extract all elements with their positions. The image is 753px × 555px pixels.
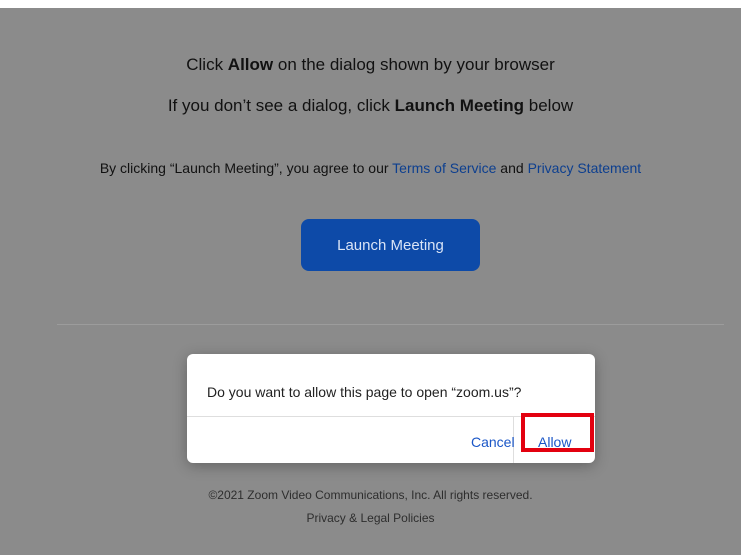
copyright-text: ©2021 Zoom Video Communications, Inc. Al… xyxy=(208,488,533,502)
privacy-legal-policies-link[interactable]: Privacy & Legal Policies xyxy=(0,511,741,525)
open-app-dialog: Do you want to allow this page to open “… xyxy=(187,354,595,463)
section-divider xyxy=(57,324,724,325)
allow-button[interactable]: Allow xyxy=(538,434,571,450)
dialog-divider xyxy=(187,416,595,417)
allow-instruction: Click Allow on the dialog shown by your … xyxy=(0,55,741,75)
launch-instruction: If you don’t see a dialog, click Launch … xyxy=(0,96,741,116)
agreement-middle: and xyxy=(496,160,528,176)
privacy-statement-link[interactable]: Privacy Statement xyxy=(528,160,642,176)
terms-of-service-link[interactable]: Terms of Service xyxy=(392,160,496,176)
zoom-launch-page: Click Allow on the dialog shown by your … xyxy=(0,8,741,555)
launch-instruction-prefix: If you don’t see a dialog, click xyxy=(167,96,395,115)
agreement-prefix: By clicking “Launch Meeting”, you agree … xyxy=(99,160,393,176)
allow-instruction-suffix: on the dialog shown by your browser xyxy=(273,55,555,74)
agreement-text: By clicking “Launch Meeting”, you agree … xyxy=(0,160,741,176)
dialog-message: Do you want to allow this page to open “… xyxy=(207,384,522,400)
launch-meeting-button[interactable]: Launch Meeting xyxy=(301,219,480,271)
launch-instruction-suffix: below xyxy=(524,96,574,115)
allow-instruction-bold: Allow xyxy=(227,55,274,74)
launch-instruction-bold: Launch Meeting xyxy=(394,96,525,115)
allow-instruction-prefix: Click xyxy=(186,55,228,74)
cancel-button[interactable]: Cancel xyxy=(471,434,515,450)
